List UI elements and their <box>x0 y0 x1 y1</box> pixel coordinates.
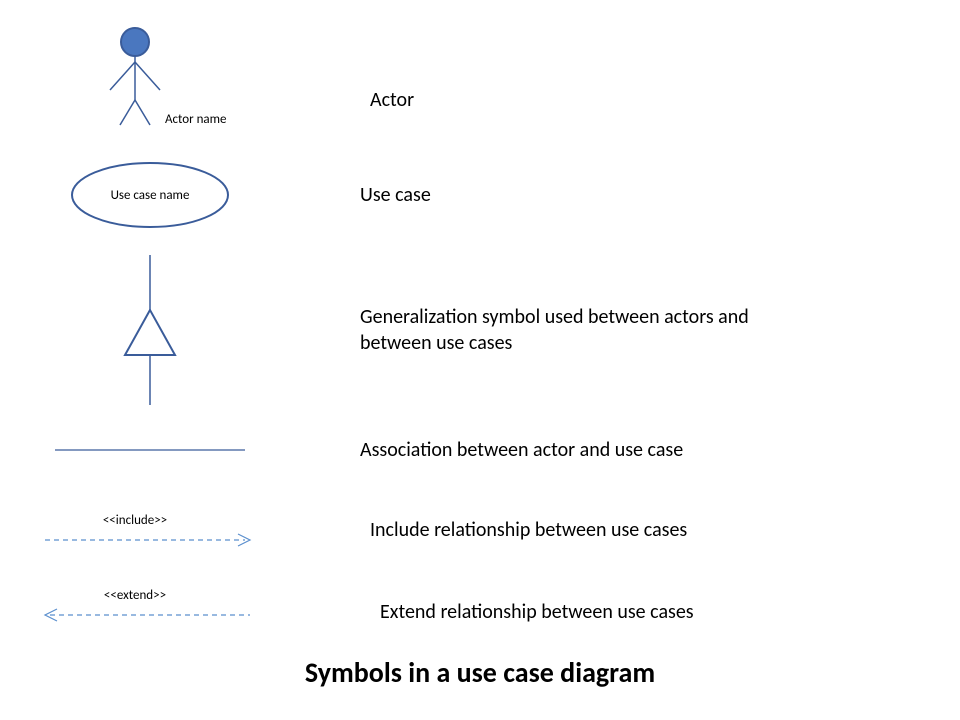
include-symbol: <<include>> <box>0 505 300 555</box>
extend-arrow-icon <box>40 607 260 623</box>
generalization-icon <box>110 255 190 405</box>
row-usecase: Use case name Use case <box>0 155 431 235</box>
include-arrow-icon <box>40 532 260 548</box>
extend-label: Extend relationship between use cases <box>380 599 694 625</box>
actor-caption: Actor name <box>165 112 226 127</box>
usecase-caption: Use case name <box>111 188 190 203</box>
include-label: Include relationship between use cases <box>370 517 687 543</box>
usecase-symbol: Use case name <box>0 155 300 235</box>
diagram-title: Symbols in a use case diagram <box>0 655 960 690</box>
extend-symbol: <<extend>> <box>0 580 300 630</box>
row-actor: Actor name Actor <box>0 20 414 140</box>
extend-stereotype: <<extend>> <box>104 588 166 603</box>
association-label: Association between actor and use case <box>360 437 683 463</box>
row-extend: <<extend>> Extend relationship between u… <box>0 580 694 630</box>
row-generalization: Generalization symbol used between actor… <box>0 255 820 405</box>
usecase-label: Use case <box>360 182 431 208</box>
actor-label: Actor <box>370 87 414 113</box>
association-icon <box>50 440 250 460</box>
association-symbol <box>0 430 300 470</box>
generalization-label: Generalization symbol used between actor… <box>360 304 820 356</box>
row-association: Association between actor and use case <box>0 430 683 470</box>
generalization-symbol <box>0 255 300 405</box>
include-stereotype: <<include>> <box>103 513 167 528</box>
row-include: <<include>> Include relationship between… <box>0 505 687 555</box>
actor-symbol: Actor name <box>0 20 300 140</box>
